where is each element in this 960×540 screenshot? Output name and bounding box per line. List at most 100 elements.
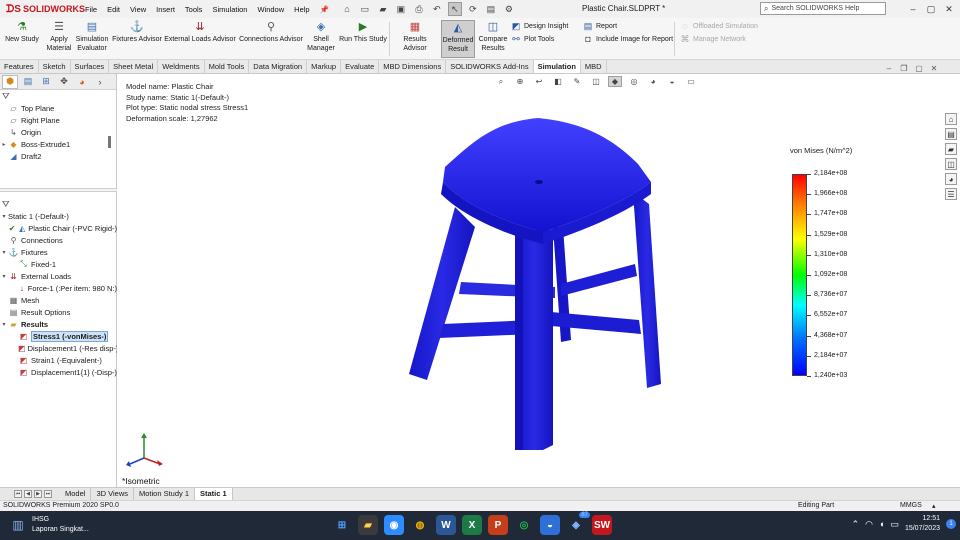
plot-tools-button[interactable]: ⚯ Plot Tools [511,34,554,44]
fixed-node[interactable]: ⤡ Fixed-1 [0,258,117,270]
last-tab-icon[interactable]: ⏭ [44,490,52,498]
manage-network-button[interactable]: ⌘ Manage Network [680,34,746,44]
chrome-icon[interactable]: ◍ [410,515,430,535]
external-loads-node[interactable]: ▾ ⇊ External Loads [0,270,117,282]
design-insight-button[interactable]: ◩ Design Insight [511,21,569,31]
collapse-arrow-icon[interactable]: ▾ [0,273,8,280]
external-loads-advisor-button[interactable]: ⇊ External Loads Advisor [164,20,236,44]
tree-item-top-plane[interactable]: ▱ Top Plane [0,102,116,114]
menu-edit[interactable]: Edit [102,5,125,14]
minimize-icon[interactable]: – [904,0,922,18]
unit-dropdown-icon[interactable]: ▴ [932,502,936,510]
menu-help[interactable]: Help [289,5,314,14]
first-tab-icon[interactable]: ⏮ [14,490,22,498]
apply-scene-icon[interactable]: ◒ [665,76,679,87]
collapse-arrow-icon[interactable]: ▾ [0,321,8,328]
show-hidden-icons-icon[interactable]: ⌃ [852,519,860,530]
previous-tab-icon[interactable]: ◀ [24,490,32,498]
solidworks-logo[interactable]: ᗪS SOLIDWORKS [0,4,85,15]
spotify-icon[interactable]: ◎ [514,515,534,535]
new-document-icon[interactable]: ▭ [358,2,372,16]
property-manager-tab-icon[interactable]: ▤ [20,75,36,89]
tab-sketch[interactable]: Sketch [39,60,71,73]
solidworks-app-icon[interactable]: ◒ [540,515,560,535]
notification-badge[interactable]: 1 [946,519,956,529]
tree-item-boss-extrude1[interactable]: ▸ ◆ Boss-Extrude1 [0,138,116,150]
fixtures-node[interactable]: ▾ ⚓ Fixtures [0,246,117,258]
force-node[interactable]: ↓ Force-1 (:Per item: 980 N:) [0,282,117,294]
include-image-for-report-button[interactable]: ◘ Include Image for Report [583,34,673,44]
zoom-to-area-icon[interactable]: ⊕ [513,76,527,87]
rebuild-icon[interactable]: ⟳ [466,2,480,16]
battery-icon[interactable]: ▭ [890,519,899,530]
report-button[interactable]: ▤ Report [583,21,617,31]
close-icon[interactable]: ✕ [940,0,958,18]
view-orientation-icon[interactable]: ◫ [589,76,603,87]
fixtures-advisor-button[interactable]: ⚓ Fixtures Advisor [112,20,162,44]
connections-node[interactable]: ⚲ Connections [0,234,117,246]
open-folder-icon[interactable]: ▰ [376,2,390,16]
compare-results-button[interactable]: ◫ Compare Results [477,20,509,53]
display-manager-tab-icon[interactable]: ◕ [74,75,90,89]
deformed-result-button[interactable]: ◭ Deformed Result [441,20,475,58]
next-tab-icon[interactable]: ▶ [34,490,42,498]
stress-plot-model[interactable] [403,112,673,457]
results-advisor-button[interactable]: ▦ Results Advisor [391,20,439,53]
part-node[interactable]: ✔ ◭ Plastic Chair (-PVC Rigid-) [0,222,117,234]
viewport-restore-icon[interactable]: ❐ [898,63,910,73]
connections-advisor-button[interactable]: ⚲ Connections Advisor [238,20,304,44]
configuration-manager-tab-icon[interactable]: ⊞ [38,75,54,89]
home-icon[interactable]: ⌂ [340,2,354,16]
new-study-button[interactable]: ⚗ New Study [4,20,40,44]
file-properties-icon[interactable]: ▤ [484,2,498,16]
tab-data-migration[interactable]: Data Migration [249,60,308,73]
feature-manager-tab-icon[interactable]: ⬢ [2,74,18,89]
pin-icon[interactable]: 📌 [315,5,334,14]
zoom-icon[interactable]: ◉ [384,515,404,535]
unit-system[interactable]: MMGS [900,502,922,509]
undo-icon[interactable]: ↶ [430,2,444,16]
apply-material-button[interactable]: ☰ Apply Material [42,20,76,53]
display-style-icon[interactable]: ◆ [608,76,622,87]
tree-item-origin[interactable]: ↳ Origin [0,126,116,138]
graphics-area[interactable]: Model name: Plastic Chair Study name: St… [118,64,942,487]
result-item-strain1[interactable]: ◩ Strain1 (-Equivalent-) [0,354,117,366]
wifi-icon[interactable]: ◠ [865,519,873,530]
result-item-displacement1-1[interactable]: ◩ Displacement1{1} (-Disp-) [0,366,117,378]
tab-evaluate[interactable]: Evaluate [341,60,380,73]
feature-filter-icon[interactable]: ⛛ [0,90,116,102]
solidworks-2020-icon[interactable]: SW [592,515,612,535]
maximize-icon[interactable]: ▢ [922,0,940,18]
collapse-arrow-icon[interactable]: ▾ [0,213,8,220]
dynamic-annotation-icon[interactable]: ✎ [570,76,584,87]
panel-splitter[interactable] [0,188,117,192]
tree-item-draft2[interactable]: ◢ Draft2 [0,150,116,162]
panel-expand-icon[interactable]: › [92,75,108,89]
select-arrow-icon[interactable]: ↖ [447,2,462,16]
options-gear-icon[interactable]: ⚙ [502,2,516,16]
file-explorer-icon[interactable]: ▰ [945,143,957,155]
menu-tools[interactable]: Tools [180,5,208,14]
help-search-input[interactable]: ⌕ Search SOLIDWORKS Help [760,2,886,15]
menu-view[interactable]: View [125,5,151,14]
menu-window[interactable]: Window [252,5,289,14]
results-node[interactable]: ▾ ▰ Results [0,318,117,330]
shell-manager-button[interactable]: ◈ Shell Manager [306,20,336,53]
tab-model[interactable]: Model [60,488,92,500]
store-icon[interactable]: ◈ 87 [566,512,590,535]
result-item-displacement1[interactable]: ◩ Displacement1 (-Res disp-) [0,342,117,354]
edit-appearance-icon[interactable]: ◕ [646,76,660,87]
tree-item-right-plane[interactable]: ▱ Right Plane [0,114,116,126]
save-icon[interactable]: ▣ [394,2,408,16]
tab-mbd-dimensions[interactable]: MBD Dimensions [379,60,447,73]
viewport-close-icon[interactable]: ✕ [928,63,940,73]
stress-legend[interactable]: von Mises (N/m^2) 2,184e+08 1,966e+08 1,74… [790,146,900,386]
volume-icon[interactable]: ◖ [879,519,884,529]
result-item-stress1[interactable]: ◩ Stress1 (-vonMises-) [0,330,117,342]
section-view-icon[interactable]: ◧ [551,76,565,87]
tab-surfaces[interactable]: Surfaces [71,60,110,73]
simulation-evaluator-button[interactable]: ▤ Simulation Evaluator [74,20,110,53]
previous-view-icon[interactable]: ↩ [532,76,546,87]
tree-scrollbar[interactable] [108,136,111,148]
menu-insert[interactable]: Insert [151,5,180,14]
